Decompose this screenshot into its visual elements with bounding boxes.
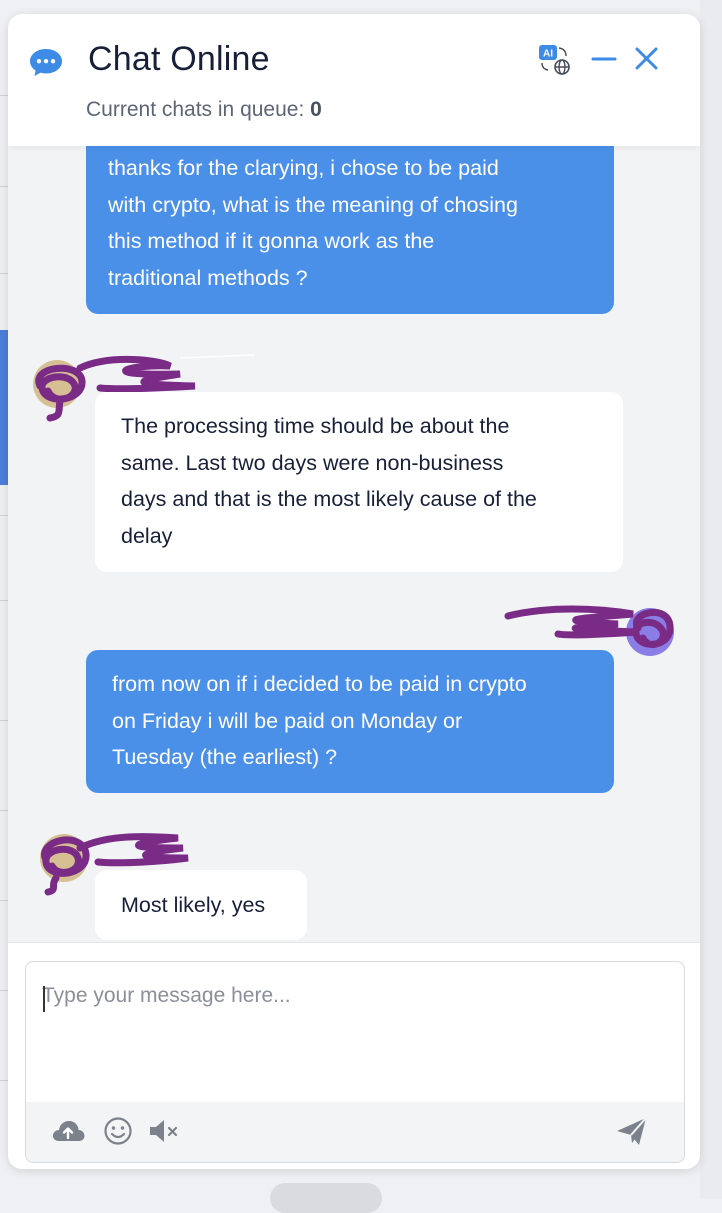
chat-header: Chat Online Current chats in queue: 0 AI [8, 14, 700, 146]
agent-message: The processing time should be about the … [95, 392, 623, 572]
message-input-box [25, 961, 685, 1163]
chat-title: Chat Online [88, 40, 270, 78]
minimize-icon[interactable] [590, 44, 620, 74]
message-input[interactable] [26, 962, 684, 1102]
user-message: from now on if i decided to be paid in c… [86, 650, 614, 793]
message-composer [8, 942, 700, 1169]
background-button [270, 1183, 382, 1213]
text-caret [43, 986, 45, 1012]
chat-widget: Chat Online Current chats in queue: 0 AI… [8, 14, 700, 1169]
upload-cloud-icon[interactable] [50, 1114, 86, 1148]
user-message: thanks for the clarying, i chose to be p… [86, 146, 614, 314]
chat-bubble-icon [30, 49, 62, 76]
emoji-icon[interactable] [100, 1114, 136, 1148]
background-scroll-area [700, 0, 722, 1199]
queue-status: Current chats in queue: 0 [86, 98, 322, 122]
mute-icon[interactable] [146, 1114, 182, 1148]
composer-toolbar [26, 1102, 684, 1162]
close-icon[interactable] [632, 44, 662, 74]
send-icon[interactable] [614, 1114, 650, 1148]
agent-message: Most likely, yes [95, 870, 307, 940]
message-list: thanks for the clarying, i chose to be p… [8, 146, 700, 942]
translate-icon[interactable]: AI [536, 44, 572, 76]
queue-count: 0 [310, 98, 322, 121]
svg-text:AI: AI [543, 49, 553, 60]
queue-label: Current chats in queue: [86, 98, 311, 121]
